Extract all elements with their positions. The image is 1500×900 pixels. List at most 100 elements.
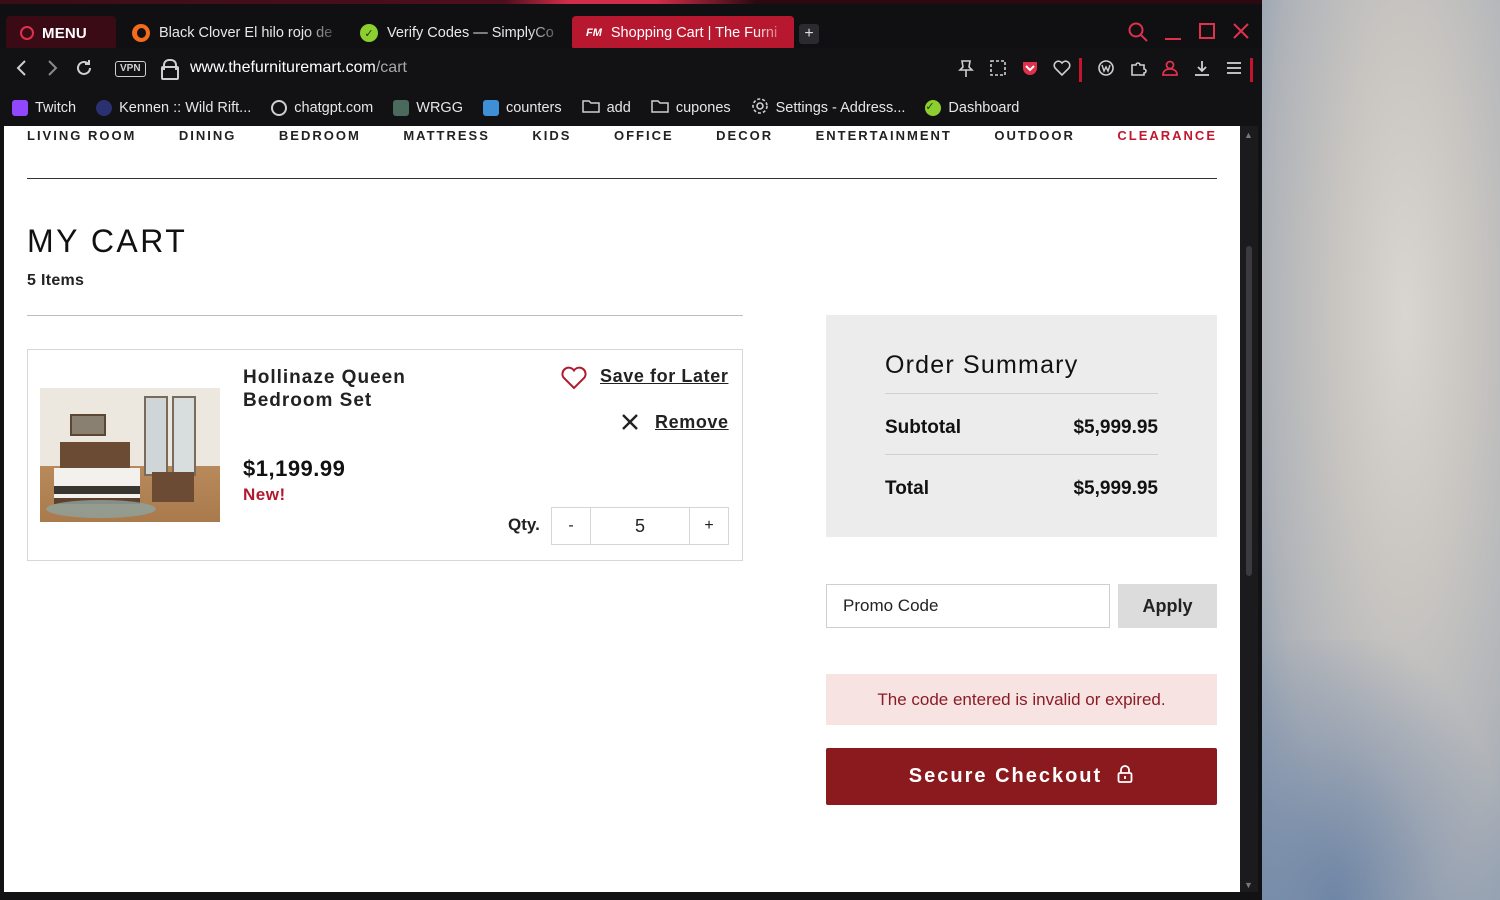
bookmark-counters[interactable]: counters — [482, 100, 562, 116]
nav-divider — [27, 178, 1217, 179]
scroll-up-icon[interactable]: ▲ — [1244, 130, 1253, 140]
heart-icon[interactable] — [1052, 59, 1072, 79]
qty-input[interactable]: 5 — [590, 508, 690, 544]
nav-mattress[interactable]: MATTRESS — [403, 128, 490, 144]
extensions-icon[interactable] — [1128, 59, 1148, 79]
scrollbar-thumb[interactable] — [1246, 246, 1252, 576]
simplycodes-icon: ✓ — [360, 24, 378, 42]
nav-decor[interactable]: DECOR — [716, 128, 773, 144]
bookmark-dashboard[interactable]: ✓ Dashboard — [925, 100, 1019, 116]
opera-icon — [20, 26, 34, 40]
pocket-icon[interactable] — [1020, 59, 1040, 79]
tab-shopping-cart[interactable]: FM Shopping Cart | The Furni — [572, 16, 794, 50]
cart-divider — [27, 315, 743, 316]
heart-outline-icon[interactable] — [560, 365, 588, 391]
bookmark-settings[interactable]: Settings - Address... — [751, 97, 905, 119]
tab-crunchyroll[interactable]: Black Clover El hilo rojo de — [118, 16, 344, 50]
apply-button[interactable]: Apply — [1118, 584, 1217, 628]
nav-kids[interactable]: KIDS — [532, 128, 571, 144]
product-image-window — [144, 396, 168, 476]
forward-icon[interactable] — [44, 58, 60, 82]
order-summary: Order Summary Subtotal $5,999.95 Total $… — [826, 315, 1217, 537]
subtotal-value: $5,999.95 — [1073, 417, 1158, 438]
bookmark-wrgg[interactable]: WRGG — [393, 100, 463, 116]
promo-error-message: The code entered is invalid or expired. — [826, 674, 1217, 725]
bookmark-label: WRGG — [416, 100, 463, 116]
subtotal-label: Subtotal — [885, 417, 961, 438]
product-image-throw — [54, 486, 140, 494]
back-icon[interactable] — [14, 58, 30, 82]
bookmarks-bar: Twitch Kennen :: Wild Rift... chatgpt.co… — [0, 90, 1262, 126]
new-tab-button[interactable]: + — [799, 24, 819, 44]
product-price: $1,199.99 — [243, 456, 346, 481]
close-icon[interactable] — [1232, 22, 1250, 46]
qty-increase-button[interactable]: + — [690, 508, 728, 544]
product-image-art — [70, 414, 106, 436]
qty-label: Qty. — [508, 515, 540, 534]
bookmark-wild-rift[interactable]: Kennen :: Wild Rift... — [96, 100, 251, 116]
category-nav: LIVING ROOM DINING BEDROOM MATTRESS KIDS… — [27, 128, 1217, 144]
lock-icon[interactable] — [161, 59, 179, 80]
remove-link[interactable]: Remove — [655, 412, 729, 433]
toolbar-separator — [1250, 58, 1253, 82]
product-image-rug — [46, 500, 156, 518]
nav-dining[interactable]: DINING — [179, 128, 237, 144]
tab-fade — [528, 16, 568, 50]
browser-window: MENU Black Clover El hilo rojo de ✓ Veri… — [0, 0, 1262, 900]
menu-label: MENU — [42, 24, 87, 42]
minimize-icon[interactable] — [1164, 22, 1182, 46]
nav-clearance[interactable]: CLEARANCE — [1117, 128, 1217, 144]
nav-office[interactable]: OFFICE — [614, 128, 674, 144]
total-value: $5,999.95 — [1073, 478, 1158, 499]
summary-divider — [885, 393, 1158, 394]
nav-entertainment[interactable]: ENTERTAINMENT — [816, 128, 952, 144]
bookmark-chatgpt[interactable]: chatgpt.com — [271, 100, 373, 116]
product-name[interactable]: Hollinaze Queen Bedroom Set — [243, 366, 453, 412]
tab-title: Shopping Cart | The Furni — [610, 25, 778, 41]
product-image[interactable] — [40, 388, 220, 522]
pin-icon[interactable] — [956, 59, 976, 79]
profile-icon[interactable] — [1160, 59, 1180, 79]
easy-setup-icon[interactable] — [1224, 59, 1244, 79]
gear-icon — [751, 97, 769, 119]
search-icon[interactable] — [1128, 22, 1148, 46]
total-label: Total — [885, 478, 929, 499]
vpn-badge[interactable]: VPN — [115, 61, 146, 77]
crunchyroll-icon — [132, 24, 150, 42]
nav-living-room[interactable]: LIVING ROOM — [27, 128, 136, 144]
toolbar-separator — [1079, 58, 1082, 82]
tab-strip: MENU Black Clover El hilo rojo de ✓ Veri… — [0, 0, 1262, 50]
bookmark-twitch[interactable]: Twitch — [12, 100, 76, 116]
scroll-down-icon[interactable]: ▼ — [1244, 880, 1253, 890]
tab-strip-accent — [0, 0, 1262, 4]
desktop-background — [1262, 0, 1500, 900]
secure-checkout-button[interactable]: Secure Checkout — [826, 748, 1217, 805]
maximize-icon[interactable] — [1198, 22, 1216, 46]
order-summary-title: Order Summary — [885, 351, 1079, 379]
page-title: MY CART — [27, 223, 188, 259]
nav-outdoor[interactable]: OUTDOOR — [994, 128, 1074, 144]
save-for-later-link[interactable]: Save for Later — [600, 366, 728, 387]
openai-icon — [271, 100, 288, 116]
browser-menu-button[interactable]: MENU — [6, 16, 116, 50]
bookmark-folder-cupones[interactable]: cupones — [651, 98, 731, 118]
close-icon[interactable] — [620, 412, 640, 432]
url-host: www.thefurnituremart.com — [190, 59, 376, 76]
wallet-icon[interactable] — [1096, 59, 1116, 79]
twitch-icon — [12, 100, 28, 116]
promo-code-input[interactable]: Promo Code — [826, 584, 1110, 628]
tab-simplycodes[interactable]: ✓ Verify Codes — SimplyCo — [346, 16, 568, 50]
bookmark-label: counters — [505, 100, 562, 116]
download-icon[interactable] — [1192, 59, 1212, 79]
bookmark-label: chatgpt.com — [294, 100, 374, 116]
bookmark-folder-add[interactable]: add — [581, 98, 631, 118]
nav-bedroom[interactable]: BEDROOM — [279, 128, 361, 144]
url-field[interactable]: www.thefurnituremart.com/cart — [190, 59, 407, 77]
wrgg-icon — [393, 100, 410, 116]
snapshot-icon[interactable] — [988, 59, 1008, 79]
qty-decrease-button[interactable]: - — [552, 508, 590, 544]
wildrift-icon — [96, 100, 113, 116]
reload-icon[interactable] — [74, 58, 94, 82]
cart-item: Hollinaze Queen Bedroom Set $1,199.99 Ne… — [27, 349, 743, 561]
page-scrollbar[interactable]: ▲ ▼ — [1240, 126, 1258, 892]
